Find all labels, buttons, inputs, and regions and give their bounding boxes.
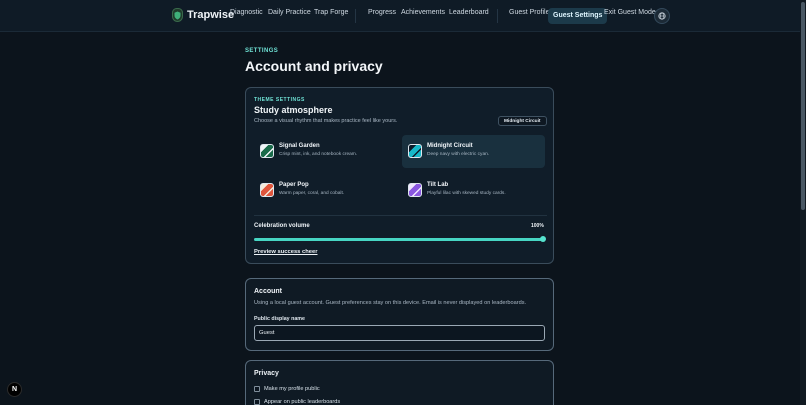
nav-guest-profile[interactable]: Guest Profile bbox=[509, 9, 549, 16]
account-card: Account Using a local guest account. Gue… bbox=[245, 278, 554, 351]
volume-slider[interactable] bbox=[254, 236, 546, 242]
nav-divider bbox=[355, 9, 356, 23]
privacy-title: Privacy bbox=[254, 370, 279, 377]
make-profile-public-option[interactable]: Make my profile public bbox=[254, 386, 320, 392]
profile-public-label: Make my profile public bbox=[264, 386, 320, 392]
theme-option-name: Midnight Circuit bbox=[427, 143, 473, 149]
nav-achievements[interactable]: Achievements bbox=[401, 9, 445, 16]
dev-badge-letter: N bbox=[11, 386, 18, 393]
theme-swatch-icon bbox=[408, 183, 422, 197]
nav-progress[interactable]: Progress bbox=[368, 9, 396, 16]
theme-option-description: Playful lilac with skewed study cards. bbox=[427, 191, 506, 196]
display-name-input[interactable] bbox=[254, 325, 545, 341]
leaderboards-checkbox[interactable] bbox=[254, 399, 260, 405]
theme-eyebrow: THEME SETTINGS bbox=[254, 97, 305, 103]
theme-option-description: Deep navy with electric cyan. bbox=[427, 152, 490, 157]
dev-tools-badge[interactable]: N bbox=[7, 382, 22, 397]
nav-trap-forge[interactable]: Trap Forge bbox=[314, 9, 348, 16]
leaderboards-label: Appear on public leaderboards bbox=[264, 399, 341, 405]
theme-option-name: Tilt Lab bbox=[427, 182, 449, 188]
theme-settings-card: THEME SETTINGS Study atmosphere Choose a… bbox=[245, 87, 554, 264]
top-navigation-bar: Trapwise Diagnostic Daily Practice Trap … bbox=[0, 0, 800, 32]
nav-leaderboard[interactable]: Leaderboard bbox=[449, 9, 489, 16]
nav-divider bbox=[497, 9, 498, 23]
theme-option-paper-pop[interactable]: Paper Pop Warm paper, coral, and cobalt. bbox=[254, 174, 397, 207]
theme-option-signal-garden[interactable]: Signal Garden Crisp mint, ink, and notebo… bbox=[254, 135, 397, 168]
language-button[interactable] bbox=[654, 8, 670, 24]
page-title: Account and privacy bbox=[245, 58, 383, 74]
volume-label: Celebration volume bbox=[254, 223, 310, 229]
nav-daily-practice[interactable]: Daily Practice bbox=[268, 9, 311, 16]
account-title: Account bbox=[254, 288, 282, 295]
profile-public-checkbox[interactable] bbox=[254, 386, 260, 392]
theme-option-midnight-circuit[interactable]: Midnight Circuit Deep navy with electric … bbox=[402, 135, 545, 168]
theme-swatch-icon bbox=[408, 144, 422, 158]
appear-on-leaderboards-option[interactable]: Appear on public leaderboards bbox=[254, 399, 340, 405]
brand-link[interactable]: Trapwise bbox=[172, 8, 234, 22]
theme-option-name: Paper Pop bbox=[279, 182, 309, 188]
nav-diagnostic[interactable]: Diagnostic bbox=[230, 9, 263, 16]
volume-value: 100% bbox=[531, 223, 544, 229]
volume-slider-fill bbox=[254, 238, 543, 241]
brand-name: Trapwise bbox=[187, 9, 235, 21]
nav-guest-settings[interactable]: Guest Settings bbox=[548, 8, 608, 24]
volume-slider-thumb[interactable] bbox=[540, 236, 546, 242]
shield-logo-icon bbox=[172, 8, 183, 22]
display-name-label: Public display name bbox=[254, 316, 305, 322]
current-theme-badge: Midnight Circuit bbox=[498, 116, 547, 126]
scrollbar-thumb[interactable] bbox=[801, 2, 805, 210]
exit-guest-mode-button[interactable]: Exit Guest Mode bbox=[604, 9, 656, 16]
theme-swatch-icon bbox=[260, 144, 274, 158]
theme-option-tilt-lab[interactable]: Tilt Lab Playful lilac with skewed study … bbox=[402, 174, 545, 207]
theme-option-name: Signal Garden bbox=[279, 143, 320, 149]
theme-option-description: Crisp mint, ink, and notebook cream. bbox=[279, 152, 358, 157]
account-description: Using a local guest account. Guest prefe… bbox=[254, 300, 527, 306]
globe-icon bbox=[658, 7, 666, 25]
section-divider bbox=[254, 215, 547, 216]
preview-success-cheer-link[interactable]: Preview success cheer bbox=[254, 249, 318, 255]
theme-title: Study atmosphere bbox=[254, 105, 333, 115]
theme-option-description: Warm paper, coral, and cobalt. bbox=[279, 191, 345, 196]
page-eyebrow: SETTINGS bbox=[245, 48, 279, 54]
theme-description: Choose a visual rhythm that makes practi… bbox=[254, 118, 398, 124]
privacy-card: Privacy Make my profile public Appear on… bbox=[245, 360, 554, 405]
theme-swatch-icon bbox=[260, 183, 274, 197]
